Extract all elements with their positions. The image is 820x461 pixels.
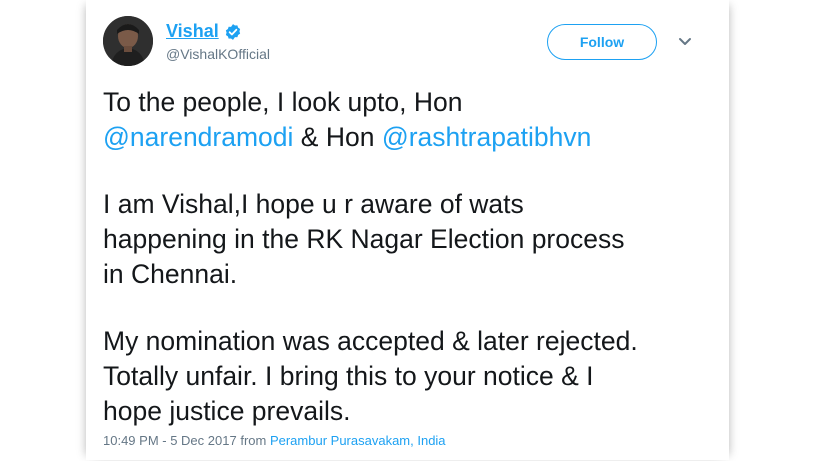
tweet-line: I am Vishal,I hope u r aware of wats bbox=[103, 189, 524, 219]
tweet-text-segment: & Hon bbox=[300, 122, 375, 152]
tweet-line: hope justice prevails. bbox=[103, 396, 351, 426]
tweet-timestamp[interactable]: 10:49 PM - 5 Dec 2017 bbox=[103, 433, 237, 448]
tweet-paragraph-2: I am Vishal,I hope u r aware of wats hap… bbox=[103, 187, 718, 292]
meta-from: from bbox=[240, 433, 267, 448]
tweet-line: My nomination was accepted & later rejec… bbox=[103, 326, 638, 356]
tweet-location-link[interactable]: Perambur Purasavakam, India bbox=[270, 433, 446, 448]
author-handle[interactable]: @VishalKOfficial bbox=[166, 46, 270, 62]
tweet-card: Vishal @VishalKOfficial Follow To the pe… bbox=[86, 0, 729, 460]
tweet-meta: 10:49 PM - 5 Dec 2017 from Perambur Pura… bbox=[103, 433, 446, 448]
follow-button[interactable]: Follow bbox=[547, 24, 657, 60]
chevron-down-icon[interactable] bbox=[678, 36, 692, 48]
author-name[interactable]: Vishal bbox=[166, 21, 219, 42]
mention-link-narendramodi[interactable]: @narendramodi bbox=[103, 122, 293, 152]
tweet-paragraph-3: My nomination was accepted & later rejec… bbox=[103, 324, 718, 429]
tweet-line: happening in the RK Nagar Election proce… bbox=[103, 224, 625, 254]
tweet-paragraph-1: To the people, I look upto, Hon @narendr… bbox=[103, 85, 718, 155]
tweet-text: To the people, I look upto, Hon @narendr… bbox=[103, 85, 718, 461]
page: Vishal @VishalKOfficial Follow To the pe… bbox=[0, 0, 820, 460]
avatar-image bbox=[103, 16, 153, 66]
tweet-text-segment: To the people, I look upto, Hon bbox=[103, 87, 463, 117]
author-row: Vishal bbox=[166, 21, 242, 42]
verified-badge-icon bbox=[225, 23, 240, 40]
mention-link-rashtrapatibhvn[interactable]: @rashtrapatibhvn bbox=[382, 122, 592, 152]
avatar[interactable] bbox=[103, 16, 153, 66]
tweet-line: in Chennai. bbox=[103, 259, 238, 289]
tweet-line: Totally unfair. I bring this to your not… bbox=[103, 361, 594, 391]
